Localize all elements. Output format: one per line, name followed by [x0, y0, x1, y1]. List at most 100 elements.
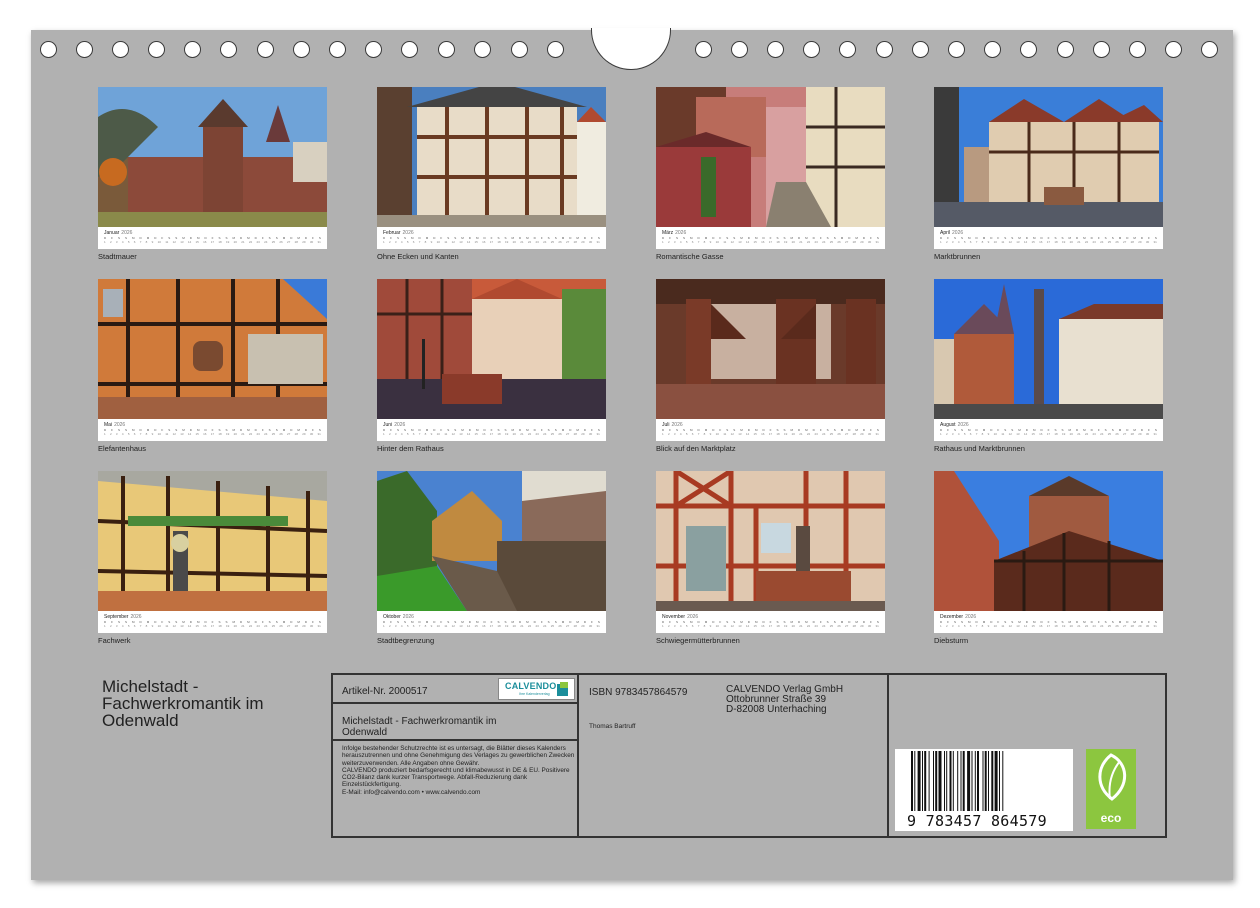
date-number: 5 — [406, 432, 409, 436]
binding-hole — [474, 41, 491, 58]
month-calendar: September 2026 DFSSMDMDFSSMDMDFSSMDMDFSSM… — [98, 611, 327, 633]
weekday-letter: S — [554, 428, 557, 432]
date-number: 9 — [709, 240, 712, 244]
date-number: 2 — [109, 624, 112, 628]
date-number: 3 — [394, 624, 397, 628]
weekday-letter: D — [154, 620, 157, 624]
date-number: 4 — [121, 240, 124, 244]
date-number: 9 — [151, 432, 154, 436]
month-tile-januar: Januar 2026 DFSSMDMDFSSMDMDFSSMDMDFSSMDMD… — [98, 87, 327, 261]
date-number: 1 — [383, 240, 385, 244]
binding-hole — [511, 41, 528, 58]
date-number: 26 — [279, 432, 283, 436]
weekday-letter: S — [1004, 620, 1007, 624]
binding-hole — [1129, 41, 1146, 58]
date-number: 2 — [945, 624, 948, 628]
month-calendar: Februar 2026 DFSSMDMDFSSMDMDFSSMDMDFSSMDM… — [377, 227, 606, 249]
date-number: 13 — [738, 624, 742, 628]
date-number: 11 — [444, 624, 448, 628]
weekday-letter: S — [676, 428, 679, 432]
binding-hole — [767, 41, 784, 58]
binding-hole — [1093, 41, 1110, 58]
date-number: 3 — [951, 624, 954, 628]
date-number: 23 — [535, 624, 539, 628]
weekday-letter: F — [440, 620, 443, 624]
date-number: 10 — [157, 432, 161, 436]
date-number: 15 — [474, 624, 478, 628]
date-number: 29 — [860, 624, 864, 628]
date-number: 24 — [264, 432, 268, 436]
date-number: 12 — [730, 240, 734, 244]
date-number: 2 — [109, 432, 112, 436]
date-number: 23 — [256, 432, 260, 436]
date-number: 16 — [203, 624, 207, 628]
photo-caption: Hinter dem Rathaus — [377, 444, 444, 453]
date-number: 19 — [225, 624, 230, 628]
weekday-letter: D — [433, 428, 436, 432]
month-calendar: November 2026 DFSSMDMDFSSMDMDFSSMDMDFSSMD… — [656, 611, 885, 633]
photo-caption: Blick auf den Marktplatz — [656, 444, 736, 453]
date-number: 22 — [527, 624, 532, 628]
date-number: 11 — [444, 432, 448, 436]
date-number: 5 — [685, 432, 688, 436]
date-number: 5 — [127, 240, 130, 244]
weekday-letter: S — [826, 428, 829, 432]
date-number: 15 — [195, 624, 199, 628]
date-number: 14 — [745, 240, 750, 244]
month-calendar: Juli 2026 DFSSMDMDFSSMDMDFSSMDMDFSSMDMDFS… — [656, 419, 885, 441]
date-number: 20 — [233, 432, 237, 436]
date-number: 25 — [271, 240, 276, 244]
article-row: Artikel-Nr. 2000517 CALVENDO Ihre Kalend… — [333, 675, 577, 704]
weekday-letter: M — [282, 428, 286, 432]
date-number: 31 — [317, 624, 321, 628]
date-number: 14 — [187, 240, 192, 244]
date-number: 10 — [715, 432, 719, 436]
date-number: 20 — [233, 240, 237, 244]
date-number: 25 — [829, 624, 834, 628]
weekday-letter: F — [997, 236, 1000, 240]
weekday-letter: S — [961, 428, 964, 432]
date-number: 28 — [852, 432, 856, 436]
binding-hole — [257, 41, 274, 58]
date-number: 16 — [203, 240, 207, 244]
weekday-letter: S — [397, 428, 400, 432]
date-number: 17 — [489, 432, 494, 436]
binding-hole — [912, 41, 929, 58]
date-number: 4 — [121, 624, 124, 628]
weekday-letter: D — [990, 236, 993, 240]
date-number: 16 — [1039, 624, 1043, 628]
weekday-letter: S — [826, 620, 829, 624]
date-number: 20 — [1069, 432, 1073, 436]
date-number: 7 — [697, 240, 700, 244]
date-number: 6 — [412, 432, 415, 436]
date-number: 31 — [875, 240, 879, 244]
date-number: 16 — [761, 624, 765, 628]
date-number: 6 — [691, 624, 694, 628]
weekday-letter: F — [719, 620, 722, 624]
date-number: 4 — [400, 240, 403, 244]
month-photo — [656, 87, 885, 227]
date-number: 7 — [139, 432, 142, 436]
date-number: 30 — [309, 240, 314, 244]
weekday-letter: D — [1126, 620, 1129, 624]
date-number: 6 — [133, 432, 136, 436]
date-number: 31 — [1153, 432, 1157, 436]
date-number: 6 — [969, 624, 972, 628]
weekday-letter: S — [726, 236, 729, 240]
date-number: 15 — [753, 240, 757, 244]
date-number: 12 — [172, 624, 176, 628]
weekday-letter: S — [1104, 620, 1107, 624]
date-number: 8 — [145, 432, 148, 436]
date-number: 1 — [940, 624, 942, 628]
date-number: 29 — [1138, 240, 1142, 244]
date-number: 21 — [1077, 624, 1081, 628]
binding-hole — [984, 41, 1001, 58]
weekday-letter: S — [268, 236, 271, 240]
date-number: 15 — [474, 432, 478, 436]
date-number: 12 — [1008, 432, 1012, 436]
date-number: 20 — [512, 240, 516, 244]
date-number: 25 — [271, 432, 276, 436]
date-number: 8 — [145, 240, 148, 244]
date-number: 2 — [945, 240, 948, 244]
date-number: 30 — [867, 624, 872, 628]
